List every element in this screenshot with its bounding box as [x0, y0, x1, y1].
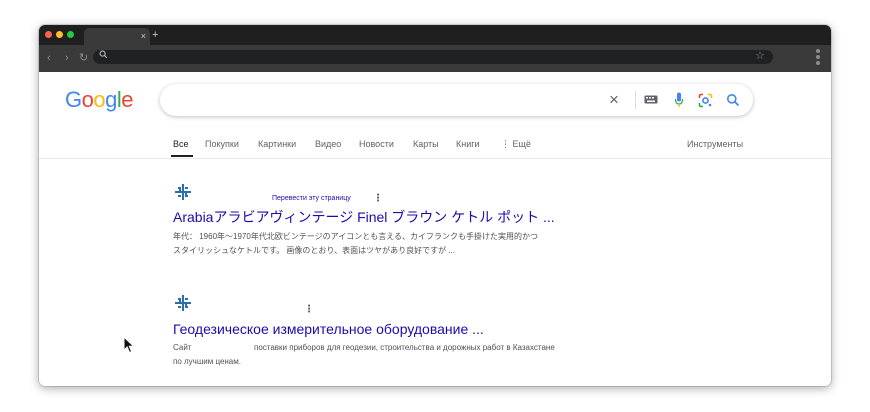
tools-button[interactable]: Инструменты [687, 138, 743, 150]
browser-menu-icon[interactable] [816, 49, 820, 67]
back-button[interactable]: ‹ [47, 51, 51, 65]
logo-letter: o [93, 87, 106, 112]
header-divider [39, 158, 831, 159]
result-snippet: Сайт [173, 343, 192, 352]
search-divider [635, 91, 636, 109]
forward-button[interactable]: › [65, 51, 69, 65]
result-snippet: поставки приборов для геодезии, строител… [254, 343, 555, 352]
clear-icon[interactable]: × [609, 90, 619, 110]
bookmark-star-icon[interactable]: ☆ [755, 49, 765, 63]
tab-shopping[interactable]: Покупки [205, 138, 239, 150]
translate-link[interactable]: Перевести эту страницу [272, 194, 351, 204]
keyboard-icon[interactable] [644, 95, 658, 104]
logo-letter: o [81, 87, 94, 112]
minimize-window-button[interactable] [56, 31, 63, 38]
browser-window: × + ‹ › ↻ ☆ Google × Все Покупки Картинк… [39, 25, 831, 386]
active-tab-indicator [171, 155, 193, 157]
new-tab-button[interactable]: + [152, 28, 158, 42]
result-title-link[interactable]: Геодезическое измерительное оборудование… [173, 320, 484, 338]
search-tabs: Все Покупки Картинки Видео Новости Карты… [39, 138, 831, 158]
close-window-button[interactable] [45, 31, 52, 38]
logo-letter: G [65, 87, 82, 112]
result-snippet: スタイリッシュなケトルです。 画像のとおり、表面はツヤがあり良好ですが ... [173, 246, 455, 255]
tab-news[interactable]: Новости [359, 138, 394, 150]
maximize-window-button[interactable] [67, 31, 74, 38]
search-box[interactable]: × [160, 84, 753, 116]
tab-more[interactable]: ⋮ Ещё [501, 138, 531, 150]
google-lens-icon[interactable] [698, 93, 713, 108]
reload-button[interactable]: ↻ [79, 51, 88, 65]
result-menu-icon[interactable]: ⋮ [304, 305, 314, 315]
tab-close-icon[interactable]: × [141, 29, 146, 43]
site-favicon-icon [175, 295, 191, 311]
tab-all[interactable]: Все [173, 138, 189, 150]
tab-maps[interactable]: Карты [413, 138, 439, 150]
result-title-link[interactable]: Arabiaアラビアヴィンテージ Finel ブラウン ケトル ポット ... [173, 208, 555, 226]
mouse-cursor-icon [123, 336, 135, 354]
address-bar[interactable] [93, 50, 773, 64]
google-logo[interactable]: Google [65, 87, 134, 113]
tab-strip: × + [39, 25, 831, 45]
result-menu-icon[interactable]: ⋮ [373, 194, 383, 204]
tab-video[interactable]: Видео [315, 138, 341, 150]
logo-letter: g [105, 87, 117, 112]
browser-toolbar: ‹ › ↻ ☆ [39, 45, 831, 72]
site-favicon-icon [175, 184, 191, 200]
browser-tab[interactable]: × [84, 28, 150, 45]
result-snippet: по лучшим ценам. [173, 357, 241, 366]
result-snippet: 年代： 1960年〜1970年代北欧ビンテージのアイコンとも言える、カイフランク… [173, 232, 539, 241]
microphone-icon[interactable] [674, 92, 684, 108]
search-icon[interactable] [726, 93, 740, 107]
tab-images[interactable]: Картинки [258, 138, 296, 150]
tab-books[interactable]: Книги [456, 138, 480, 150]
logo-letter: e [121, 87, 134, 112]
address-search-icon [99, 50, 108, 59]
